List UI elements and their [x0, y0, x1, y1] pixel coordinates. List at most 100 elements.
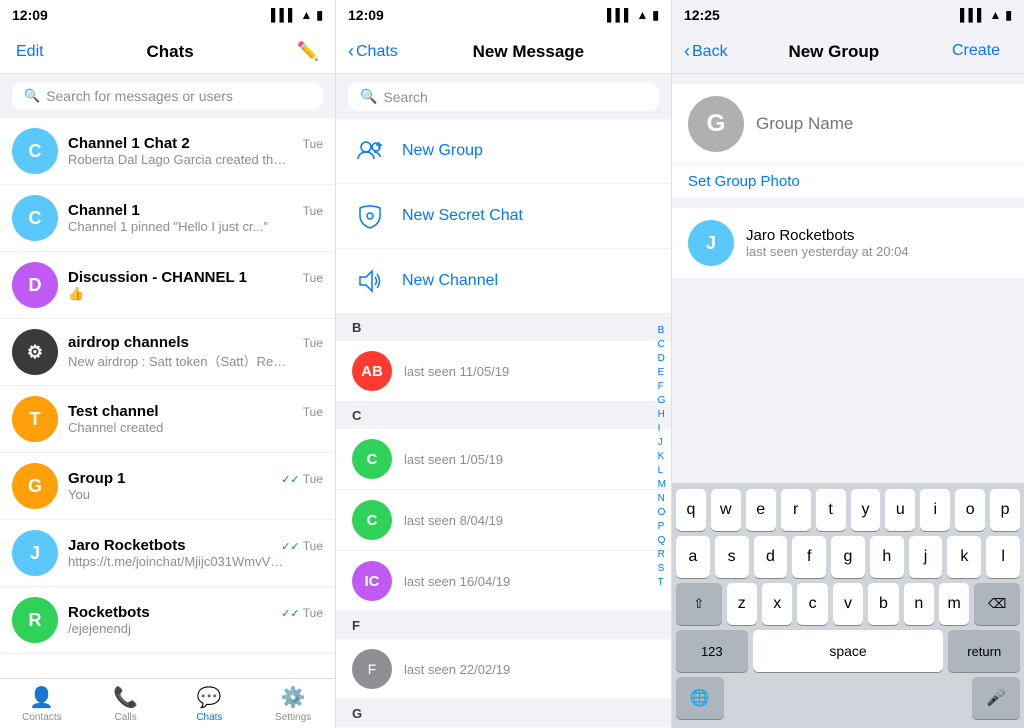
contact-item[interactable]: AB last seen 11/05/19 [336, 341, 671, 402]
index-letter[interactable]: F [655, 380, 669, 393]
index-letter[interactable]: T [655, 576, 669, 589]
key-q[interactable]: q [676, 489, 706, 531]
index-letter[interactable]: R [655, 548, 669, 561]
index-letter[interactable]: S [655, 562, 669, 575]
key-r[interactable]: r [781, 489, 811, 531]
chat-item[interactable]: J Jaro Rocketbots ✓✓ Tue https://t.me/jo… [0, 520, 335, 587]
section-header: G [336, 700, 671, 727]
index-letter[interactable]: C [655, 338, 669, 351]
contact-status: last seen 1/05/19 [404, 452, 655, 467]
key-d[interactable]: d [754, 536, 788, 578]
key-u[interactable]: u [885, 489, 915, 531]
key-x[interactable]: x [762, 583, 792, 625]
contact-item[interactable]: F last seen 22/02/19 [336, 639, 671, 700]
new-channel-menu-item[interactable]: New Channel [336, 249, 671, 314]
chevron-left-icon-3: ‹ [684, 41, 690, 62]
compose-button[interactable]: ✏️ [297, 41, 319, 62]
ng-member-name: Jaro Rocketbots [746, 227, 1008, 244]
chat-top: Channel 1 Chat 2 Tue [68, 135, 323, 152]
contact-item[interactable]: C last seen 8/04/19 [336, 490, 671, 551]
index-letter[interactable]: J [655, 436, 669, 449]
group-avatar[interactable]: G [688, 96, 744, 152]
create-button[interactable]: Create [940, 30, 1012, 74]
key-h[interactable]: h [870, 536, 904, 578]
tab-label-contacts: Contacts [22, 712, 61, 723]
chat-item[interactable]: C Channel 1 Chat 2 Tue Roberta Dal Lago … [0, 118, 335, 185]
battery-icon-3: ▮ [1005, 8, 1012, 22]
wifi-icon-3: ▲ [990, 8, 1002, 22]
avatar: G [12, 463, 58, 509]
chats-header: Edit Chats ✏️ [0, 30, 335, 74]
key-i[interactable]: i [920, 489, 950, 531]
tab-chats[interactable]: 💬 Chats [168, 679, 252, 728]
return-key[interactable]: return [948, 630, 1020, 672]
key-f[interactable]: f [792, 536, 826, 578]
index-letter[interactable]: Q [655, 534, 669, 547]
ng-member-item[interactable]: J Jaro Rocketbots last seen yesterday at… [672, 208, 1024, 279]
chat-item[interactable]: T Test channel Tue Channel created [0, 386, 335, 453]
new-secret-chat-menu-item[interactable]: New Secret Chat [336, 184, 671, 249]
edit-button[interactable]: Edit [16, 43, 44, 61]
chat-time: ✓✓ Tue [281, 539, 323, 553]
key-y[interactable]: y [851, 489, 881, 531]
key-a[interactable]: a [676, 536, 710, 578]
search-placeholder: Search for messages or users [46, 88, 233, 104]
delete-key[interactable]: ⌫ [974, 583, 1020, 625]
key-m[interactable]: m [939, 583, 969, 625]
tab-contacts[interactable]: 👤 Contacts [0, 679, 84, 728]
panel-new-group: 12:25 ▌▌▌ ▲ ▮ ‹ Back New Group Create G … [672, 0, 1024, 728]
mic-key[interactable]: 🎤 [972, 677, 1020, 719]
shift-key[interactable]: ⇧ [676, 583, 722, 625]
key-b[interactable]: b [868, 583, 898, 625]
contact-item[interactable]: C last seen 1/05/19 [336, 429, 671, 490]
key-p[interactable]: p [990, 489, 1020, 531]
back-button-2[interactable]: ‹ Chats [348, 41, 398, 62]
key-w[interactable]: w [711, 489, 741, 531]
index-letter[interactable]: H [655, 408, 669, 421]
index-letter[interactable]: M [655, 478, 669, 491]
key-l[interactable]: l [986, 536, 1020, 578]
chat-item[interactable]: G Group 1 ✓✓ Tue You [0, 453, 335, 520]
index-letter[interactable]: P [655, 520, 669, 533]
key-j[interactable]: j [909, 536, 943, 578]
index-letter[interactable]: D [655, 352, 669, 365]
tab-settings[interactable]: ⚙️ Settings [251, 679, 335, 728]
index-letter[interactable]: L [655, 464, 669, 477]
group-name-input[interactable] [756, 114, 1008, 134]
key-k[interactable]: k [947, 536, 981, 578]
back-button-3[interactable]: ‹ Back [684, 41, 728, 62]
chat-item[interactable]: D Discussion - CHANNEL 1 Tue 👍 [0, 252, 335, 319]
nm-search-input[interactable]: 🔍 Search [348, 82, 659, 111]
new-group-menu-item[interactable]: New Group [336, 119, 671, 184]
key-z[interactable]: z [727, 583, 757, 625]
chat-name: Test channel [68, 403, 159, 420]
index-letter[interactable]: I [655, 422, 669, 435]
set-group-photo[interactable]: Set Group Photo [672, 165, 1024, 198]
back-label-2: Chats [356, 43, 398, 61]
key-n[interactable]: n [904, 583, 934, 625]
key-g[interactable]: g [831, 536, 865, 578]
key-e[interactable]: e [746, 489, 776, 531]
tab-calls[interactable]: 📞 Calls [84, 679, 168, 728]
key-o[interactable]: o [955, 489, 985, 531]
key-v[interactable]: v [833, 583, 863, 625]
globe-key[interactable]: 🌐 [676, 677, 724, 719]
key-t[interactable]: t [816, 489, 846, 531]
chat-item[interactable]: ⚙ airdrop channels Tue New airdrop : Sat… [0, 319, 335, 386]
chat-time: ✓✓ Tue [281, 472, 323, 486]
index-letter[interactable]: E [655, 366, 669, 379]
num-key[interactable]: 123 [676, 630, 748, 672]
chats-search-input[interactable]: 🔍 Search for messages or users [12, 82, 323, 110]
index-letter[interactable]: N [655, 492, 669, 505]
contact-item[interactable]: IC last seen 16/04/19 [336, 551, 671, 612]
index-letter[interactable]: B [655, 324, 669, 337]
key-c[interactable]: c [797, 583, 827, 625]
panel-new-message: 12:09 ▌▌▌ ▲ ▮ ‹ Chats New Message 🔍 Sear… [336, 0, 672, 728]
chat-item[interactable]: C Channel 1 Tue Channel 1 pinned "Hello … [0, 185, 335, 252]
key-s[interactable]: s [715, 536, 749, 578]
index-letter[interactable]: K [655, 450, 669, 463]
space-key[interactable]: space [753, 630, 944, 672]
chat-item[interactable]: R Rocketbots ✓✓ Tue /ejejenendj [0, 587, 335, 654]
index-letter[interactable]: O [655, 506, 669, 519]
index-letter[interactable]: G [655, 394, 669, 407]
